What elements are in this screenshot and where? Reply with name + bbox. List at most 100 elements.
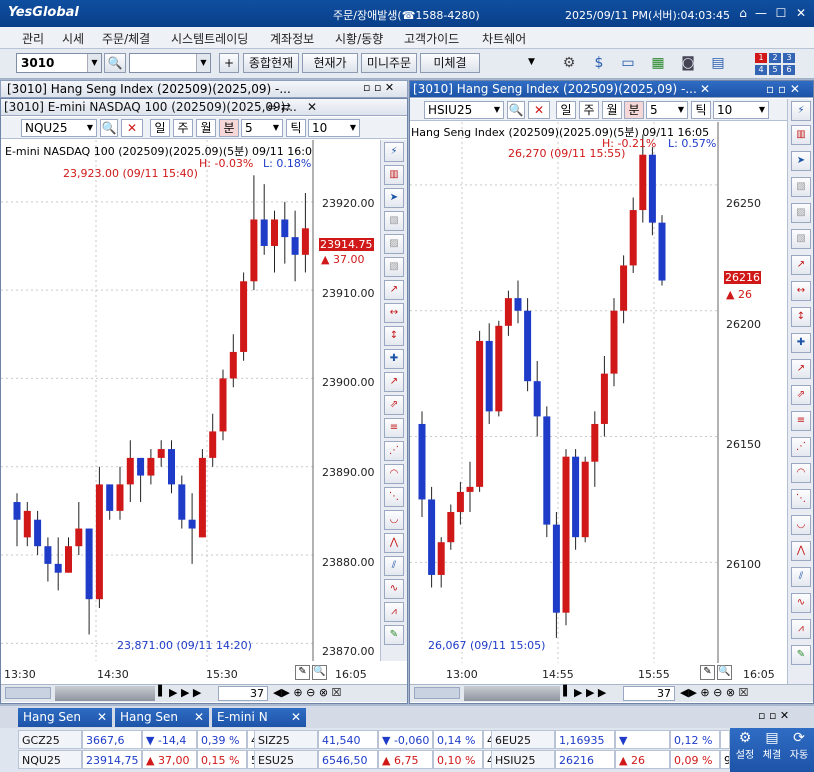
scroll-thumb[interactable]: ▌ — [560, 686, 574, 701]
symbol-combo[interactable]: HSIU25 ▼ — [424, 101, 504, 119]
menu-item-market[interactable]: 시황/동향 — [335, 30, 383, 47]
menu-item-guide[interactable]: 고객가이드 — [404, 30, 459, 47]
tab-window-controls-icon[interactable]: ▫ ▫ ✕ — [758, 709, 789, 722]
scroll-thumb[interactable]: ▌ — [155, 686, 169, 701]
menu-item-chart-share[interactable]: 차트쉐어 — [482, 30, 526, 47]
quote-symbol[interactable]: HSIU25 — [491, 750, 555, 769]
fibonacci-icon[interactable]: ≡ — [791, 411, 811, 431]
horizontal-line-icon[interactable]: ↔ — [384, 303, 404, 323]
cycle-icon[interactable]: ◡ — [384, 510, 404, 530]
zigzag-icon[interactable]: ⩘ — [791, 619, 811, 639]
candle-type-icon[interactable]: ▥ — [791, 125, 811, 145]
screen-1-button[interactable]: 1 — [755, 53, 767, 63]
drawing-settings-icon[interactable]: ⚡ — [384, 142, 404, 162]
search-icon[interactable]: 🔍 — [507, 101, 525, 119]
quote-change[interactable]: ▼ -14,4 — [142, 730, 197, 749]
grid-icon[interactable]: ▦ — [647, 52, 669, 74]
quote-symbol[interactable]: SIZ25 — [254, 730, 318, 749]
channel-icon[interactable]: ⇗ — [791, 385, 811, 405]
quote-price[interactable]: 3667,6 — [82, 730, 142, 749]
andrews-icon[interactable]: ⋀ — [384, 533, 404, 553]
cancel-search-icon[interactable]: ✕ — [528, 101, 550, 119]
close-icon[interactable]: ✕ — [97, 708, 107, 726]
gann-icon[interactable]: ◠ — [384, 464, 404, 484]
quote-percent[interactable]: 0,39 % — [197, 730, 247, 749]
quote-price[interactable]: 26216 — [555, 750, 615, 769]
period-day-button[interactable]: 일 — [556, 101, 576, 119]
cross-line-icon[interactable]: ✚ — [791, 333, 811, 353]
interval-combo[interactable]: 5 ▼ — [241, 119, 283, 137]
window-controls-icon[interactable]: ▫ ▫ ✕ — [766, 81, 800, 97]
candle-type-icon[interactable]: ▥ — [384, 165, 404, 185]
zoom-icon[interactable]: 🔍 — [717, 665, 732, 680]
parallel-icon[interactable]: ⫽ — [384, 556, 404, 576]
scroll-arrows-icon[interactable]: ▶ ▶ ▶ — [574, 686, 606, 699]
quote-price[interactable]: 41,540 — [318, 730, 378, 749]
quote-symbol[interactable]: GCZ25 — [18, 730, 82, 749]
quote-change[interactable]: ▲ 37,00 — [142, 750, 197, 769]
chevron-down-icon[interactable]: ▼ — [528, 57, 535, 67]
vertical-line-icon[interactable]: ↕ — [791, 307, 811, 327]
screen-3-button[interactable]: 3 — [783, 53, 795, 63]
quote-volume[interactable] — [720, 730, 730, 749]
drawing-settings-icon[interactable]: ⚡ — [791, 101, 811, 121]
period-week-button[interactable]: 주 — [173, 119, 193, 137]
period-day-button[interactable]: 일 — [150, 119, 170, 137]
camera-icon[interactable]: ◙ — [677, 52, 699, 74]
cancel-search-icon[interactable]: ✕ — [121, 119, 143, 137]
quote-percent[interactable]: 0,09 % — [670, 750, 720, 769]
monitor-icon[interactable]: ▭ — [617, 52, 639, 74]
quote-symbol[interactable]: ESU25 — [254, 750, 318, 769]
tab-nasdaq[interactable]: E-mini N ✕ — [212, 708, 306, 727]
quote-price[interactable]: 6546,50 — [318, 750, 378, 769]
pattern2-icon[interactable]: ▨ — [791, 203, 811, 223]
search-icon[interactable]: 🔍 — [100, 119, 118, 137]
close-icon[interactable]: ✕ — [793, 6, 809, 20]
zoom-icon[interactable]: 🔍 — [312, 665, 327, 680]
quote-price[interactable]: 1,16935 — [555, 730, 615, 749]
zoom-controls-icon[interactable]: ◀▶ ⊕ ⊖ ⊗ ☒ — [680, 686, 748, 699]
scroll-left-track[interactable] — [5, 687, 51, 699]
fibonacci-icon[interactable]: ≡ — [384, 418, 404, 438]
minimize-icon[interactable]: — — [753, 6, 769, 20]
channel-icon[interactable]: ⇗ — [384, 395, 404, 415]
pencil-icon[interactable]: ✎ — [295, 665, 310, 680]
pencil-icon[interactable]: ✎ — [700, 665, 715, 680]
quote-symbol[interactable]: 6EU25 — [491, 730, 555, 749]
settings-button[interactable]: ⚙ 설정 — [732, 730, 758, 770]
bar-count-input[interactable]: 37 — [623, 686, 675, 701]
symbol-combo[interactable]: NQU25 ▼ — [21, 119, 97, 137]
gear-icon[interactable]: ⚙ — [558, 52, 580, 74]
currency-icon[interactable]: $ — [588, 52, 610, 74]
parallel-icon[interactable]: ⫽ — [791, 567, 811, 587]
period-minute-button[interactable]: 분 — [624, 101, 644, 119]
cycle-icon[interactable]: ◡ — [791, 515, 811, 535]
quote-percent[interactable]: 0,10 % — [433, 750, 483, 769]
link-icon[interactable]: ⇔ ⇄ — [267, 99, 291, 115]
close-icon[interactable]: ✕ — [291, 708, 301, 726]
period-month-button[interactable]: 월 — [196, 119, 216, 137]
auto-button[interactable]: ⟳ 자동 — [786, 730, 812, 770]
menu-item-quotes[interactable]: 시세 — [62, 30, 84, 47]
quote-percent[interactable]: 0,12 % — [670, 730, 720, 749]
quote-price[interactable]: 23914,75 — [82, 750, 142, 769]
home-icon[interactable]: ⌂ — [735, 6, 751, 20]
pattern3-icon[interactable]: ▧ — [791, 229, 811, 249]
unfilled-button[interactable]: 미체결 — [420, 53, 480, 73]
ray-icon[interactable]: ↗ — [384, 372, 404, 392]
fib-fan-icon[interactable]: ⋰ — [791, 437, 811, 457]
quote-change[interactable]: ▲ 6,75 — [378, 750, 433, 769]
chart-scrollbar[interactable]: ▌ ▶ ▶ ▶ 37 ◀▶ ⊕ ⊖ ⊗ ☒ — [410, 684, 813, 702]
cursor-icon[interactable]: ➤ — [791, 151, 811, 171]
mini-order-button[interactable]: 미니주문 — [361, 53, 417, 73]
pattern-icon[interactable]: ▧ — [384, 211, 404, 231]
screen-5-button[interactable]: 5 — [769, 65, 781, 75]
pattern3-icon[interactable]: ▧ — [384, 257, 404, 277]
add-icon[interactable]: + — [219, 53, 239, 73]
pen-icon[interactable]: ✎ — [791, 645, 811, 665]
close-icon[interactable]: ✕ — [700, 81, 710, 97]
search-icon[interactable]: 🔍 — [104, 53, 126, 73]
screen-4-button[interactable]: 4 — [755, 65, 767, 75]
pattern-icon[interactable]: ▧ — [791, 177, 811, 197]
fills-button[interactable]: ▤ 체결 — [759, 730, 785, 770]
